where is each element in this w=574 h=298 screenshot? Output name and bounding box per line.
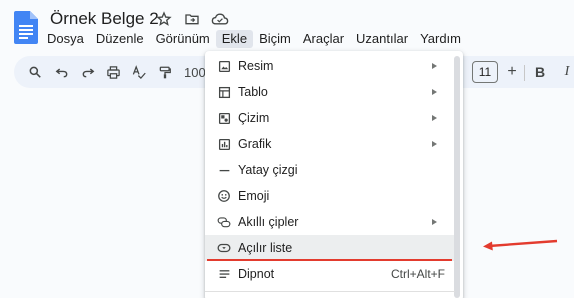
menu-item-label: Akıllı çipler: [238, 215, 299, 229]
menu-item-smart-chips[interactable]: Akıllı çipler: [205, 209, 455, 235]
increase-font-size-button[interactable]: +: [504, 62, 520, 82]
print-icon[interactable]: [104, 62, 122, 82]
menu-item-label: Resim: [238, 59, 274, 73]
title-actions: [154, 10, 230, 28]
emoji-icon: [217, 189, 231, 203]
image-icon: [217, 59, 231, 73]
menu-uzantilar[interactable]: Uzantılar: [350, 30, 414, 48]
menu-item-footnote[interactable]: Dipnot Ctrl+Alt+F: [205, 261, 455, 287]
search-menus-icon[interactable]: [26, 62, 44, 82]
menu-item-label: Yatay çizgi: [238, 163, 298, 177]
menu-item-emoji[interactable]: Emoji: [205, 183, 455, 209]
annotation-underline: [207, 259, 452, 261]
menu-item-label: Tablo: [238, 85, 268, 99]
docs-logo-icon[interactable]: [14, 11, 38, 44]
menu-scrollbar[interactable]: [454, 56, 460, 298]
menu-dosya[interactable]: Dosya: [41, 30, 90, 48]
menu-araclar[interactable]: Araçlar: [297, 30, 350, 48]
document-title[interactable]: Örnek Belge 2: [50, 9, 159, 29]
smart-chips-icon: [217, 215, 231, 229]
italic-button[interactable]: I: [560, 62, 574, 82]
bold-button[interactable]: B: [532, 62, 548, 82]
menu-item-shortcut: Ctrl+Alt+F: [390, 267, 445, 281]
cloud-saved-icon[interactable]: [210, 10, 230, 28]
spellcheck-icon[interactable]: [130, 62, 148, 82]
menu-divider: [205, 291, 455, 292]
menu-duzenle[interactable]: Düzenle: [90, 30, 150, 48]
menu-item-label: Grafik: [238, 137, 272, 151]
footnote-icon: [217, 267, 231, 281]
submenu-arrow-icon: [432, 141, 437, 147]
submenu-arrow-icon: [432, 115, 437, 121]
font-size-input[interactable]: 11: [472, 61, 498, 83]
annotation-arrow-icon: [483, 239, 558, 251]
menu-item-table[interactable]: Tablo: [205, 79, 455, 105]
table-icon: [217, 85, 231, 99]
menu-ekle[interactable]: Ekle: [215, 30, 254, 48]
menu-item-label: Açılır liste: [238, 241, 293, 255]
undo-icon[interactable]: [53, 62, 71, 82]
star-icon[interactable]: [154, 10, 174, 28]
submenu-arrow-icon: [432, 219, 437, 225]
menu-item-drawing[interactable]: Çizim: [205, 105, 455, 131]
menu-item-chart[interactable]: Grafik: [205, 131, 455, 157]
dropdown-icon: [217, 241, 231, 255]
chart-icon: [217, 137, 231, 151]
menu-gorunum[interactable]: Görünüm: [150, 30, 216, 48]
menu-bicim[interactable]: Biçim: [253, 30, 297, 48]
menu-item-label: Çizim: [238, 111, 270, 125]
menu-item-label: Dipnot: [238, 267, 275, 281]
horizontal-line-icon: [217, 163, 231, 177]
toolbar-divider: [524, 65, 525, 81]
menu-bar: Dosya Düzenle Görünüm Ekle Biçim Araçlar…: [41, 30, 467, 48]
paint-format-icon[interactable]: [156, 62, 174, 82]
drawing-icon: [217, 111, 231, 125]
menu-item-image[interactable]: Resim: [205, 53, 455, 79]
submenu-arrow-icon: [432, 89, 437, 95]
move-to-folder-icon[interactable]: [182, 10, 202, 28]
menu-item-horizontal-line[interactable]: Yatay çizgi: [205, 157, 455, 183]
submenu-arrow-icon: [432, 63, 437, 69]
menu-yardim[interactable]: Yardım: [414, 30, 467, 48]
menu-item-dropdown[interactable]: Açılır liste: [205, 235, 455, 261]
menu-item-label: Emoji: [238, 189, 270, 203]
redo-icon[interactable]: [79, 62, 97, 82]
